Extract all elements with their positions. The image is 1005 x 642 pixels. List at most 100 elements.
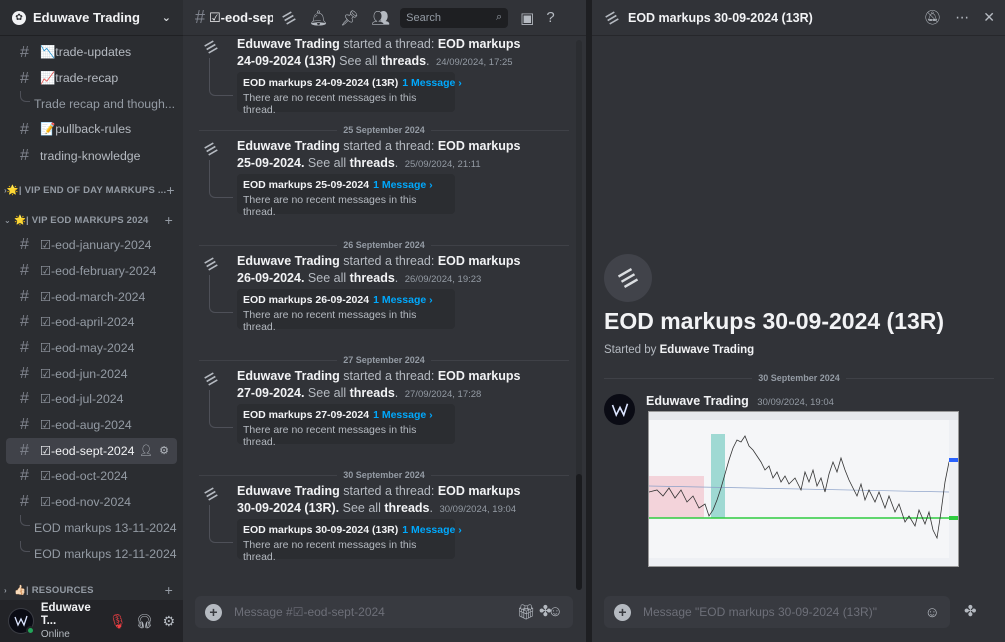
channel-trading-knowledge[interactable]: # trading-knowledge — [6, 143, 177, 169]
channel-label: 📉trade-updates — [40, 45, 132, 60]
apps-icon[interactable]: ✤ — [539, 602, 552, 620]
message-timestamp: 26/09/2024, 19:23 — [404, 273, 482, 285]
threads-link[interactable]: threads — [350, 156, 395, 170]
category-label: 👍🏻| RESOURCES — [14, 584, 94, 596]
threads-link[interactable]: threads — [381, 54, 426, 68]
sidebar-channel-item[interactable]: # ☑-eod-aug-2024 — [6, 412, 177, 438]
message-count-link[interactable]: 1 Message › — [402, 524, 462, 536]
date-divider: 26 September 2024 — [199, 239, 569, 251]
channel-pullback-rules[interactable]: # 📝pullback-rules — [6, 117, 177, 143]
message-count-link[interactable]: 1 Message › — [373, 409, 433, 421]
thread-card[interactable]: EOD markups 25-09-2024 1 Message › There a… — [237, 174, 455, 218]
category-resources[interactable]: › 👍🏻| RESOURCES + — [0, 572, 183, 600]
emoji-icon[interactable]: ☺ — [925, 604, 940, 621]
add-attachment-icon[interactable]: + — [205, 603, 222, 621]
mute-mic-icon[interactable]: 🎙︎ — [109, 613, 127, 630]
online-status-icon — [25, 626, 35, 635]
message-author[interactable]: Eduwave Trading — [237, 37, 340, 51]
help-icon[interactable]: ? — [546, 9, 554, 27]
sidebar-channel-item[interactable]: # ☑-eod-jun-2024 — [6, 361, 177, 387]
hash-icon: # — [20, 146, 29, 164]
sidebar-channel-item[interactable]: # ☑-eod-february-2024 — [6, 258, 177, 284]
thread-title: EOD markups 30-09-2024 (13R) — [604, 308, 945, 334]
add-attachment-icon[interactable]: + — [614, 603, 631, 621]
message-count-link[interactable]: 1 Message › — [402, 77, 462, 89]
channel-sidebar: ✿ Eduwave Trading ⌄ # 📉trade-updates # 📈… — [0, 0, 183, 642]
thread-card[interactable]: EOD markups 26-09-2024 1 Message › There a… — [237, 289, 455, 333]
sidebar-thread-trade-recap[interactable]: Trade recap and though... — [0, 91, 183, 117]
gift-icon[interactable]: 🎁︎ — [517, 603, 536, 621]
apps-icon[interactable]: ✤ — [964, 602, 977, 620]
threads-link[interactable]: threads — [350, 271, 395, 285]
sidebar-channel-item[interactable]: # ☑-eod-jul-2024 — [6, 387, 177, 413]
thread-card[interactable]: EOD markups 27-09-2024 1 Message › There a… — [237, 404, 455, 448]
sidebar-channel-item[interactable]: # ☑-eod-oct-2024 — [6, 464, 177, 490]
gear-icon[interactable]: ⚙ — [159, 444, 169, 457]
sidebar-channel-item[interactable]: # ☑-eod-march-2024 — [6, 284, 177, 310]
user-meta[interactable]: Eduwave T... Online — [41, 602, 109, 641]
thread-created-message: Eduwave Trading started a thread: EOD ma… — [183, 483, 573, 567]
invite-icon[interactable]: 👤︎ — [139, 444, 153, 457]
message-author[interactable]: Eduwave Trading — [237, 484, 340, 498]
hash-icon: # — [20, 416, 29, 434]
pin-icon[interactable]: 📌︎ — [340, 9, 359, 27]
sidebar-channel-item[interactable]: # ☑-eod-nov-2024 — [6, 489, 177, 515]
starter-name[interactable]: Eduwave Trading — [660, 344, 755, 356]
message-count-link[interactable]: 1 Message › — [373, 294, 433, 306]
eod-channel-list: # ☑-eod-january-2024 # ☑-eod-february-2024 #… — [0, 232, 183, 515]
thread-composer[interactable]: + Message "EOD markups 30-09-2024 (13R)"… — [604, 596, 950, 628]
category-vip-eod-markups[interactable]: › 🌟| VIP END OF DAY MARKUPS ... + — [0, 172, 183, 202]
add-channel-icon[interactable]: + — [165, 582, 173, 598]
close-icon[interactable]: ✕ — [983, 9, 995, 26]
message-author[interactable]: Eduwave Trading — [646, 394, 749, 408]
sidebar-channel-item[interactable]: # ☑-eod-may-2024 — [6, 335, 177, 361]
add-channel-icon[interactable]: + — [166, 182, 174, 198]
sidebar-thread-eod-13-11[interactable]: EOD markups 13-11-2024 — [0, 515, 183, 541]
thread-connector — [209, 390, 233, 428]
avatar[interactable] — [604, 394, 635, 425]
sidebar-thread-eod-12-11[interactable]: EOD markups 12-11-2024 — [0, 540, 183, 567]
add-channel-icon[interactable]: + — [165, 212, 173, 228]
thread-label: EOD markups 13-11-2024 — [34, 520, 177, 535]
sidebar-channel-item[interactable]: # ☑-eod-sept-2024 👤︎ ⚙ — [6, 437, 177, 464]
headphones-icon[interactable]: 🎧︎ — [136, 613, 154, 630]
server-header[interactable]: ✿ Eduwave Trading ⌄ — [0, 0, 183, 36]
message-author[interactable]: Eduwave Trading — [237, 139, 340, 153]
user-panel: Eduwave T... Online 🎙︎ 🎧︎ ⚙ — [0, 600, 183, 642]
members-icon[interactable]: 👥︎ — [371, 9, 390, 27]
sidebar-channel-item[interactable]: # ☑-eod-april-2024 — [6, 310, 177, 336]
thread-card[interactable]: EOD markups 24-09-2024 (13R) 1 Message › T… — [237, 72, 462, 116]
message-composer[interactable]: + Message #☑-eod-sept-2024 🎁︎ ☺ — [195, 596, 573, 628]
category-vip-eod-2024[interactable]: ⌄ 🌟| VIP EOD MARKUPS 2024 + — [0, 202, 183, 232]
channel-trade-recap[interactable]: # 📈trade-recap — [6, 66, 177, 92]
sidebar-channel-item[interactable]: # ☑-eod-january-2024 — [6, 232, 177, 258]
thread-starter-icon — [604, 254, 652, 302]
search-input[interactable]: Search ⌕ — [400, 7, 509, 28]
more-icon[interactable]: ⋯ — [955, 9, 969, 26]
thread-card[interactable]: EOD markups 30-09-2024 (13R) 1 Message › T… — [237, 519, 462, 563]
chevron-down-icon[interactable]: ⌄ — [162, 11, 171, 24]
threads-icon[interactable] — [281, 10, 297, 25]
threads-link[interactable]: threads — [350, 386, 395, 400]
thread-card-subtitle: There are no recent messages in this thr… — [243, 539, 417, 563]
bell-icon[interactable]: 🔔︎ — [309, 9, 328, 27]
gear-icon[interactable]: ⚙ — [162, 613, 175, 630]
category-label: 🌟| VIP EOD MARKUPS 2024 — [14, 214, 149, 226]
chart-image-attachment[interactable] — [648, 411, 959, 567]
message-author[interactable]: Eduwave Trading — [237, 369, 340, 383]
notifications-off-icon[interactable]: 🔕︎ — [923, 9, 941, 26]
hash-icon: # — [20, 339, 29, 357]
scrollbar-thumb[interactable] — [576, 474, 582, 590]
started-text: started a thread: — [343, 369, 435, 383]
inbox-icon[interactable]: ▣ — [520, 9, 534, 27]
channel-actions: 👤︎ ⚙ — [139, 444, 169, 457]
price-chart-image — [648, 412, 958, 566]
feed-scrollbar[interactable] — [576, 40, 582, 590]
message-count-link[interactable]: 1 Message › — [373, 179, 433, 191]
message-author[interactable]: Eduwave Trading — [237, 254, 340, 268]
channel-label: ☑-eod-april-2024 — [40, 315, 135, 330]
channel-trade-updates[interactable]: # 📉trade-updates — [6, 40, 177, 66]
started-text: started a thread: — [343, 484, 435, 498]
threads-link[interactable]: threads — [384, 501, 429, 515]
avatar[interactable] — [8, 608, 35, 635]
